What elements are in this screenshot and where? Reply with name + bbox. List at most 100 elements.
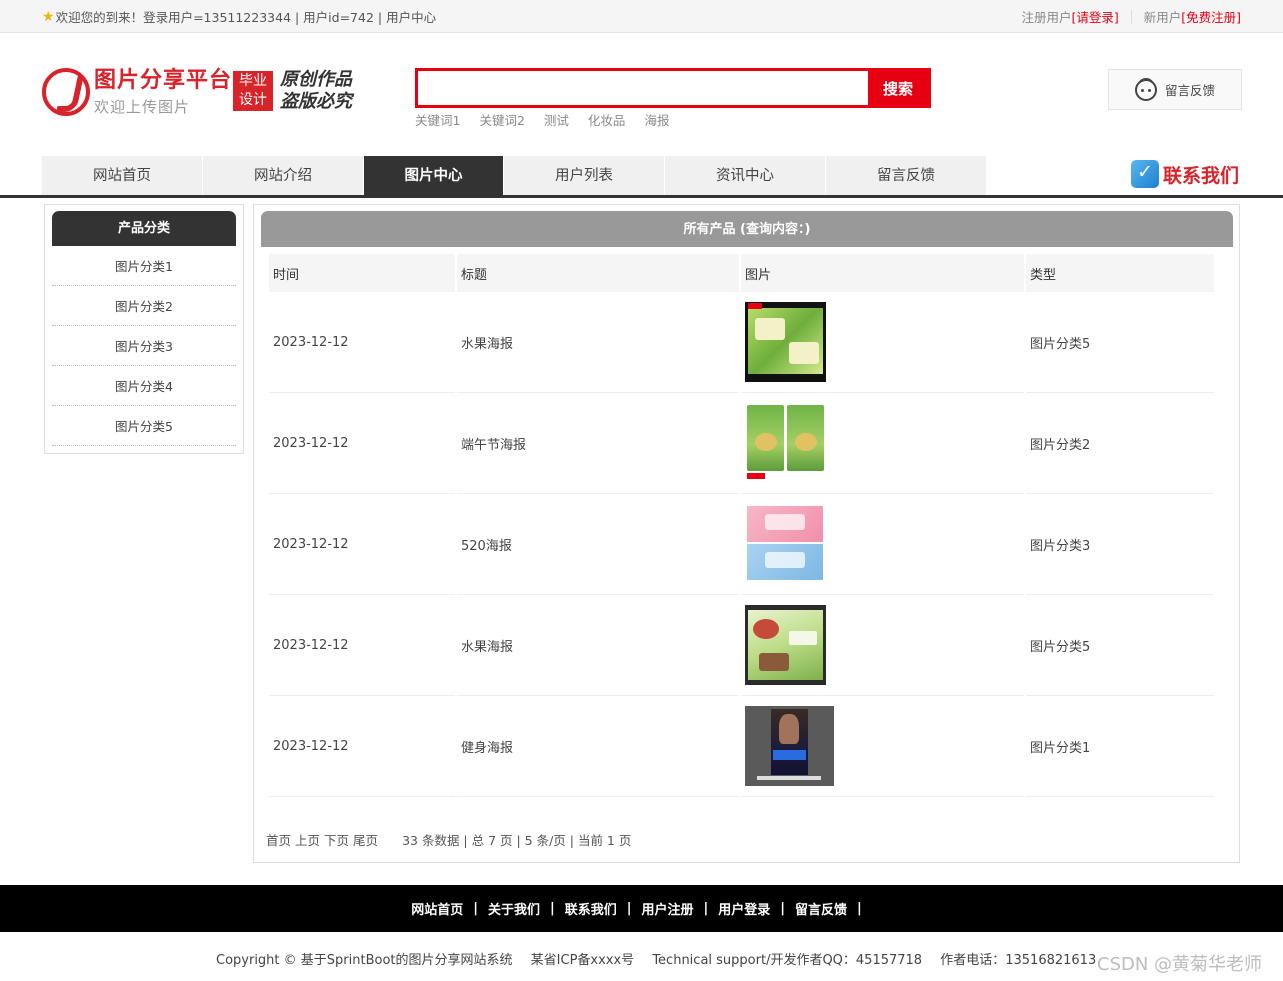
keyword-link[interactable]: 关键词1	[415, 110, 460, 129]
logo-title: 图片分享平台	[94, 68, 233, 93]
hot-keywords: 关键词1 关键词2 测试 化妆品 海报	[415, 110, 669, 129]
cell-type: 图片分类5	[1026, 292, 1214, 393]
divider: |	[703, 901, 709, 916]
divider: |	[473, 901, 478, 916]
520-poster-thumb[interactable]	[745, 504, 826, 584]
cell-time: 2023-12-12	[269, 595, 455, 696]
sidebar-item-category[interactable]: 图片分类5	[52, 406, 236, 446]
pagination: 首页 上页 下页 尾页 33 条数据 | 总 7 页 | 5 条/页 | 当前 …	[266, 830, 631, 849]
category-sidebar: 产品分类 图片分类1 图片分类2 图片分类3 图片分类4 图片分类5	[44, 204, 244, 454]
header: 图片分享平台 欢迎上传图片 毕业 设计 原创作品 盗版必究 搜索 关键词1 关键…	[0, 33, 1283, 155]
footer-link-feedback[interactable]: 留言反馈	[795, 899, 847, 918]
divider: |	[857, 901, 862, 916]
badge-line-2: 设计	[239, 92, 267, 108]
sidebar-title: 产品分类	[52, 211, 236, 246]
cell-title[interactable]: 水果海报	[457, 292, 739, 393]
nav-item-gallery[interactable]: 图片中心	[364, 156, 504, 195]
column-header: 图片	[741, 254, 1024, 292]
copyright-bar: Copyright © 基于SprintBoot的图片分享网站系统 某省ICP备…	[216, 949, 1110, 968]
footer-nav: 网站首页 | 关于我们 | 联系我们 | 用户注册 | 用户登录 | 留言反馈 |	[0, 885, 1283, 932]
column-header: 时间	[269, 254, 455, 292]
product-panel: 所有产品 (查询内容：) 时间 标题 图片 类型 2023-12-12 水果海报	[253, 204, 1240, 863]
icp-text: 某省ICP备xxxx号	[530, 953, 635, 968]
contact-us-link[interactable]: 联系我们	[1130, 160, 1239, 188]
table-row: 2023-12-12 520海报 图片分类3	[269, 494, 1214, 595]
footer-link-login[interactable]: 用户登录	[718, 899, 770, 918]
footer-link-contact[interactable]: 联系我们	[565, 899, 617, 918]
cell-title[interactable]: 端午节海报	[457, 393, 739, 494]
slogan: 原创作品 盗版必究	[280, 69, 352, 113]
login-link[interactable]: [请登录]	[1071, 7, 1118, 26]
sidebar-item-category[interactable]: 图片分类4	[52, 366, 236, 406]
prev-page-link[interactable]: 上页	[295, 830, 320, 849]
keyword-link[interactable]: 海报	[644, 110, 669, 129]
last-page-link[interactable]: 尾页	[353, 830, 378, 849]
cell-title[interactable]: 水果海报	[457, 595, 739, 696]
panel-title: 所有产品 (查询内容：)	[261, 211, 1233, 247]
new-user-prefix: 新用户	[1143, 10, 1182, 25]
search-box: 搜索	[415, 68, 931, 108]
footer-link-home[interactable]: 网站首页	[411, 899, 463, 918]
table-row: 2023-12-12 水果海报 图片分类5	[269, 292, 1214, 393]
cell-title[interactable]: 520海报	[457, 494, 739, 595]
sidebar-item-category[interactable]: 图片分类3	[52, 326, 236, 366]
feedback-button[interactable]: 留言反馈	[1108, 69, 1242, 110]
divider: |	[549, 901, 555, 916]
search-button[interactable]: 搜索	[868, 71, 928, 105]
slogan-line-1: 原创作品	[280, 69, 352, 90]
divider: |	[780, 901, 786, 916]
sidebar-item-category[interactable]: 图片分类2	[52, 286, 236, 326]
welcome-area: ★ 欢迎您的到来！登录用户=13511223344 | 用户id=742 | 用…	[42, 7, 436, 26]
column-header: 类型	[1026, 254, 1214, 292]
first-page-link[interactable]: 首页	[266, 830, 291, 849]
headset-icon	[1134, 77, 1157, 101]
column-header: 标题	[457, 254, 739, 292]
cell-type: 图片分类1	[1026, 696, 1214, 797]
welcome-text: 欢迎您的到来！登录用户=13511223344 | 用户id=742 | 用户中…	[55, 10, 437, 25]
register-prefix: 注册用户	[1021, 10, 1072, 25]
cell-time: 2023-12-12	[269, 696, 455, 797]
slogan-line-2: 盗版必究	[280, 91, 352, 112]
cell-type: 图片分类2	[1026, 393, 1214, 494]
search-input[interactable]	[418, 71, 868, 105]
phone-text: 作者电话：13516821613	[940, 953, 1097, 968]
keyword-link[interactable]: 关键词2	[479, 110, 524, 129]
site-logo[interactable]: 图片分享平台 欢迎上传图片	[42, 68, 232, 117]
support-text: Technical support/开发作者QQ：45157718	[652, 953, 923, 968]
keyword-link[interactable]: 测试	[544, 110, 569, 129]
table-header-row: 时间 标题 图片 类型	[269, 254, 1214, 292]
check-icon	[1130, 160, 1159, 188]
cell-title[interactable]: 健身海报	[457, 696, 739, 797]
account-links: 注册用户 [请登录] 新用户 [免费注册]	[1021, 7, 1241, 26]
nav-item-users[interactable]: 用户列表	[504, 156, 665, 195]
feedback-label: 留言反馈	[1164, 83, 1215, 98]
table-row: 2023-12-12 健身海报 图片分类1	[269, 696, 1214, 797]
sidebar-item-category[interactable]: 图片分类1	[52, 246, 236, 286]
badge-line-1: 毕业	[239, 73, 267, 89]
nav-item-news[interactable]: 资讯中心	[665, 156, 826, 195]
product-table: 时间 标题 图片 类型 2023-12-12 水果海报 图片分类5 2023-1…	[267, 254, 1216, 797]
nav-item-feedback[interactable]: 留言反馈	[826, 156, 987, 195]
dragon-boat-poster-thumb[interactable]	[745, 403, 826, 483]
free-register-link[interactable]: [免费注册]	[1181, 7, 1241, 26]
divider	[1130, 9, 1132, 24]
graduation-badge: 毕业 设计	[233, 71, 273, 111]
cell-time: 2023-12-12	[269, 393, 455, 494]
footer-link-about[interactable]: 关于我们	[488, 899, 540, 918]
cell-time: 2023-12-12	[269, 292, 455, 393]
cell-time: 2023-12-12	[269, 494, 455, 595]
cell-type: 图片分类3	[1026, 494, 1214, 595]
table-row: 2023-12-12 水果海报 图片分类5	[269, 595, 1214, 696]
contact-label: 联系我们	[1162, 164, 1239, 187]
keyword-link[interactable]: 化妆品	[588, 110, 626, 129]
cell-type: 图片分类5	[1026, 595, 1214, 696]
footer-link-register[interactable]: 用户注册	[642, 899, 694, 918]
csdn-watermark: CSDN @黄菊华老师	[1097, 954, 1263, 975]
next-page-link[interactable]: 下页	[324, 830, 349, 849]
fruit-poster-thumb-2[interactable]	[745, 605, 826, 685]
nav-item-about[interactable]: 网站介绍	[203, 156, 364, 195]
fitness-poster-thumb[interactable]	[745, 706, 834, 786]
fruit-poster-thumb[interactable]	[745, 302, 826, 382]
nav-item-home[interactable]: 网站首页	[42, 156, 203, 195]
logo-mark-icon	[42, 68, 90, 116]
